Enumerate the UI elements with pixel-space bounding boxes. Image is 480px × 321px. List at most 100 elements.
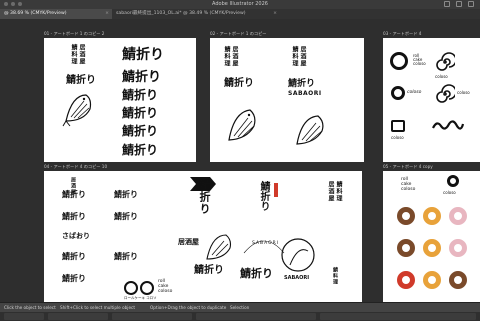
logo-name-vertical: 鯖折り <box>198 179 211 215</box>
artboard-label: 02 - アートボード 1 のコピー <box>210 31 267 36</box>
window-title: Adobe Illustrator 2026 <box>212 1 268 7</box>
logo-name: 鯖折り <box>62 211 86 221</box>
roll-cake-mark-icon <box>391 86 405 100</box>
artboard-label: 04 - アートボード 4 のコピー 10 <box>44 164 108 169</box>
logo-sub-vertical: 鯖料理 <box>70 44 77 65</box>
logo-name-variant: 鯖折り <box>122 70 162 85</box>
logo-name-variant: 鯖折り <box>122 143 159 157</box>
swatch-orange[interactable] <box>423 239 441 257</box>
close-tab-icon[interactable]: × <box>273 9 277 19</box>
logo-name: 鯖折り <box>66 75 96 86</box>
artboard-label: 05 - アートボード 4 copy <box>383 164 433 169</box>
logo-sub-vertical: 鯖料理 <box>291 46 298 67</box>
logo-name: 鯖折り <box>62 251 86 261</box>
artboard-label: 03 - アートボード 4 <box>383 31 422 36</box>
tab-document-1[interactable]: @ 38.69 % (CMYK/Preview) × <box>0 9 112 19</box>
logo-romaji: SABAORI <box>252 241 280 246</box>
artboard-5[interactable]: roll cake coloso coloso <box>383 171 480 302</box>
mackerel-illustration-icon <box>228 109 256 141</box>
roll-cake-mark-icon <box>124 281 138 295</box>
swatch-pink[interactable] <box>449 207 467 225</box>
artboard-1[interactable]: 居酒屋 鯖料理 鯖折り 鯖折り 鯖折り 鯖折り 鯖折り 鯖折り 鯖折り <box>44 38 196 162</box>
logo-coloso: coloso <box>407 90 422 95</box>
artboard-4[interactable]: 居酒屋 鯖折り 鯖折り さばおり 鯖折り 鯖折り 鯖折り 鯖折り 鯖折り rol… <box>44 171 362 302</box>
roll-cake-mark-icon <box>391 120 405 132</box>
mackerel-illustration-icon <box>206 234 232 260</box>
script-logo-icon <box>432 120 465 130</box>
logo-name: 鯖折り <box>240 267 273 280</box>
swatch-orange[interactable] <box>423 271 441 289</box>
logo-romaji: SABAORI <box>284 275 310 281</box>
logo-cake-caption: ロールケーキ コロソ <box>124 296 157 300</box>
logo-cake-text: roll cake coloso <box>158 279 173 294</box>
toolbar-segment[interactable] <box>112 313 192 320</box>
panel-icon[interactable] <box>468 1 474 7</box>
spiral-mark-icon <box>436 84 455 103</box>
swatch-brown[interactable] <box>449 271 467 289</box>
logo-name: 鯖折り <box>114 251 138 261</box>
share-icon[interactable] <box>456 1 462 7</box>
status-hint-multi: Shift+Click to select multiple object <box>60 305 135 310</box>
logo-name: 鯖折り <box>62 189 86 199</box>
logo-name-variant: 鯖折り <box>122 106 159 120</box>
logo-brand-vertical: 居酒屋 <box>231 46 238 67</box>
logo-cake-text: roll cake coloso <box>401 177 416 192</box>
red-stamp-icon <box>274 183 278 197</box>
roll-cake-mark-icon <box>140 281 154 295</box>
logo-brand-vertical: 居酒屋 <box>78 44 85 65</box>
logo-cake-text: roll cake coloso <box>413 53 426 66</box>
logo-name: 鯖折り <box>62 273 86 283</box>
logo-hiragana: さばおり <box>62 231 90 240</box>
toolbar-segment[interactable] <box>196 313 316 320</box>
logo-coloso: coloso <box>391 135 404 140</box>
swatch-red[interactable] <box>397 271 415 289</box>
swatch-brown[interactable] <box>397 207 415 225</box>
swatch-pink[interactable] <box>449 239 467 257</box>
logo-sub-vertical: 鯖料理 <box>332 267 338 285</box>
tab-label: sabaori最終提出_1103_OL.ai* @ 38.49 % (CMYK/… <box>116 11 246 16</box>
artboard-label: 01 - アートボード 1 のコピー 2 <box>44 31 105 36</box>
top-right-controls <box>444 1 474 7</box>
logo-coloso: coloso <box>443 190 456 195</box>
logo-sub-vertical: 鯖料理 <box>335 181 342 202</box>
logo-name-variant: 鯖折り <box>122 124 159 138</box>
toolbar-segment[interactable] <box>48 313 108 320</box>
swatch-orange[interactable] <box>423 207 441 225</box>
artboard-canvas[interactable]: 01 - アートボード 1 のコピー 2 居酒屋 鯖料理 鯖折り 鯖折り 鯖折り… <box>0 19 480 302</box>
artboard-3[interactable]: roll cake coloso coloso coloso coloso colo… <box>383 38 480 162</box>
logo-brand-vertical: 居酒屋 <box>327 181 334 202</box>
toolbar-segment[interactable] <box>320 313 476 320</box>
roll-cake-mark-icon <box>447 175 459 187</box>
close-tab-icon[interactable]: × <box>105 9 109 19</box>
logo-name: 鯖折り <box>288 79 316 89</box>
roll-cake-mark-icon <box>390 52 408 70</box>
logo-name: 鯖折り <box>114 189 138 199</box>
logo-name-vertical: 鯖折り <box>258 181 269 211</box>
tab-document-2[interactable]: sabaori最終提出_1103_OL.ai* @ 38.49 % (CMYK/… <box>112 9 280 19</box>
mackerel-illustration-icon <box>62 94 92 127</box>
logo-name: 鯖折り <box>194 265 224 276</box>
spiral-mark-icon <box>436 52 455 71</box>
status-tool: Selection <box>230 305 250 310</box>
logo-name-variant: 鯖折り <box>122 88 159 102</box>
logo-sub-vertical: 鯖料理 <box>223 46 230 67</box>
logo-brand: 居酒屋 <box>178 237 199 246</box>
title-bar: Adobe Illustrator 2026 <box>0 0 480 9</box>
logo-name-large: 鯖折り <box>122 47 164 63</box>
mackerel-illustration-icon <box>296 115 324 145</box>
bottom-bar: Click the object to select Shift+Click t… <box>0 302 480 321</box>
logo-name: 鯖折り <box>114 211 138 221</box>
logo-brand-vertical: 居酒屋 <box>299 46 306 67</box>
logo-name: 鯖折り <box>224 78 254 89</box>
logo-coloso: coloso <box>435 74 448 79</box>
status-hint-select: Click the object to select <box>4 305 56 310</box>
status-bar: Click the object to select Shift+Click t… <box>0 303 480 312</box>
status-hint-duplicate: Option+Drag the object to duplicate <box>150 305 227 310</box>
toolbar-segment[interactable] <box>4 313 44 320</box>
artboard-2[interactable]: 居酒屋 鯖料理 鯖折り 居酒屋 鯖料理 鯖折り SABAORI <box>210 38 364 162</box>
tab-label: @ 38.69 % (CMYK/Preview) <box>4 11 67 16</box>
swatch-brown[interactable] <box>397 239 415 257</box>
logo-coloso: coloso <box>457 90 470 95</box>
arrange-icon[interactable] <box>444 1 450 7</box>
logo-romaji: SABAORI <box>288 90 322 97</box>
